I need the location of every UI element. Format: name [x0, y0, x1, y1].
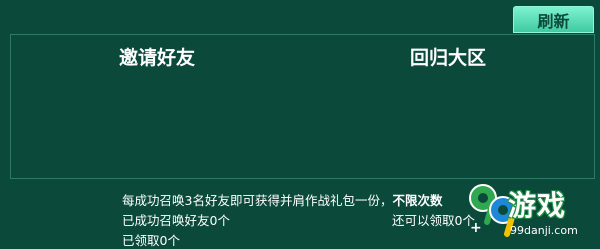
reward-description: 每成功召唤3名好友即可获得并肩作战礼包一份，不限次数: [122, 190, 442, 209]
watermark-url: 99danji.com: [510, 224, 578, 237]
reward-unlimited-label: 不限次数: [392, 193, 443, 208]
site-watermark: + 游戏 99danji.com: [463, 180, 600, 249]
watermark-brand: 游戏: [508, 189, 567, 222]
invite-table-panel: 邀请好友 回归大区: [10, 34, 595, 179]
column-header-invite-friends: 邀请好友: [119, 47, 196, 69]
refresh-button[interactable]: 刷新: [513, 6, 594, 33]
summoned-count-text: 已成功召唤好友0个: [122, 213, 230, 228]
reward-description-text: 每成功召唤3名好友即可获得并肩作战礼包一份，: [122, 193, 393, 208]
claimed-count-text: 已领取0个: [122, 233, 180, 248]
column-header-return-region: 回归大区: [410, 47, 487, 69]
svg-text:+: +: [470, 220, 482, 236]
